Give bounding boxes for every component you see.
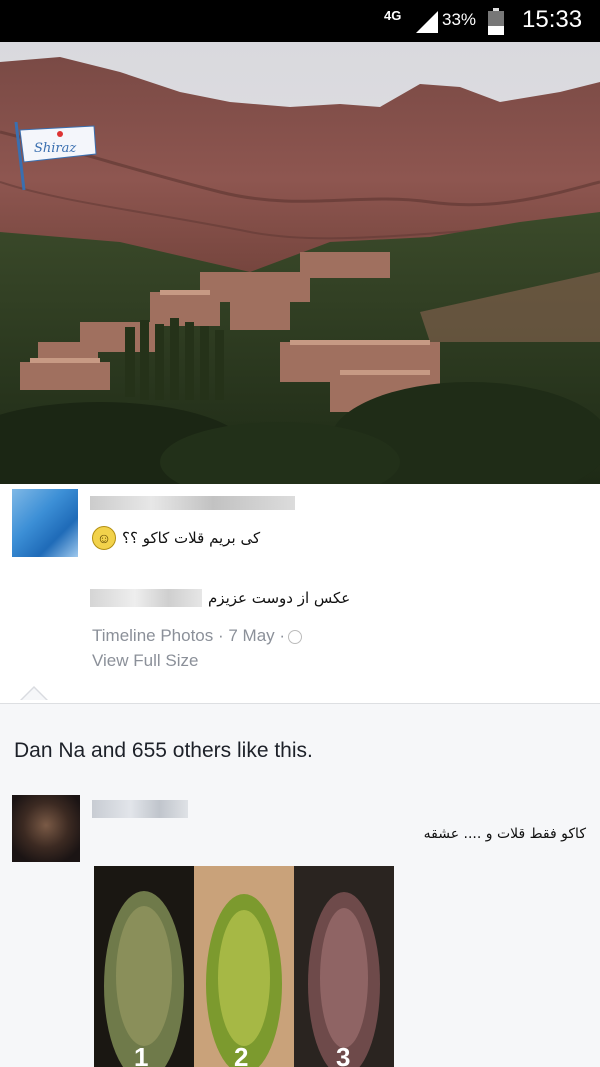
village-photo[interactable]: Shiraz <box>0 42 600 484</box>
svg-text:Shiraz: Shiraz <box>34 141 76 156</box>
cannabis-buds-image: 1 2 3 <box>94 866 394 1067</box>
caption-text: عکس از دوست عزیزم <box>208 589 351 607</box>
bud-label-1: 1 <box>134 1042 148 1067</box>
status-text: کی بریم قلات کاکو ؟؟ <box>122 529 261 547</box>
battery-icon <box>488 8 504 35</box>
likes-bar[interactable]: Dan Na and 655 others like this. <box>0 703 600 783</box>
post-meta[interactable]: Timeline Photos · 7 May · <box>92 626 303 646</box>
shiraz-logo: Shiraz <box>14 122 97 191</box>
post: ☺ کی بریم قلات کاکو ؟؟ عکس از دوست عزیزم… <box>0 484 600 704</box>
comment-text: کاکو فقط قلات و .... عشقه <box>423 826 586 842</box>
network-type: 4G <box>384 8 402 23</box>
post-meta-text: Timeline Photos · 7 May · <box>92 626 286 645</box>
commenter-name-blurred[interactable] <box>92 800 188 818</box>
likes-text: Dan Na and 655 others like this. <box>14 739 313 762</box>
battery-percent: 33% <box>442 10 477 29</box>
status-line: ☺ کی بریم قلات کاکو ؟؟ <box>92 524 292 552</box>
status-bar: 4G 33% 15:33 <box>0 0 600 42</box>
clock: 15:33 <box>522 6 583 33</box>
comment-photo[interactable]: 1 2 3 <box>94 866 394 1067</box>
signal-icon <box>416 11 438 33</box>
divider-arrow-inner <box>22 688 46 700</box>
poster-name-blurred[interactable] <box>90 496 295 510</box>
tagged-name-blurred[interactable] <box>90 589 202 607</box>
view-full-size-link[interactable]: View Full Size <box>92 651 198 671</box>
globe-icon <box>288 629 303 644</box>
caption-line: عکس از دوست عزیزم <box>90 586 380 610</box>
poster-avatar[interactable] <box>12 489 78 557</box>
commenter-avatar[interactable] <box>12 795 80 862</box>
comment: کاکو فقط قلات و .... عشقه 1 2 3 <box>0 782 600 1067</box>
village-landscape-image <box>0 42 600 484</box>
network-indicator: 4G <box>384 9 401 22</box>
bud-label-3: 3 <box>336 1042 350 1067</box>
smiley-icon: ☺ <box>92 526 116 550</box>
bud-label-2: 2 <box>234 1042 248 1067</box>
